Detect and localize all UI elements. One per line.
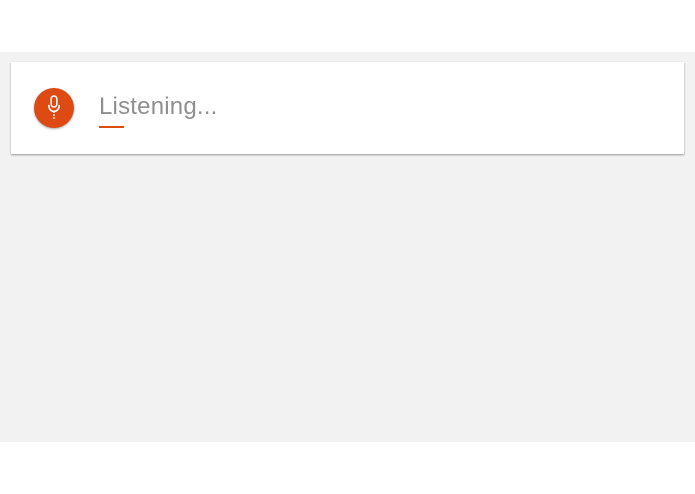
listening-status: Listening... (99, 92, 218, 128)
listening-status-text: Listening... (99, 93, 218, 120)
voice-search-bar: Listening... (11, 62, 684, 154)
voice-search-screen: Listening... (0, 52, 695, 442)
microphone-button[interactable] (34, 88, 74, 128)
microphone-icon (48, 95, 60, 120)
listening-indicator-line (99, 126, 124, 128)
